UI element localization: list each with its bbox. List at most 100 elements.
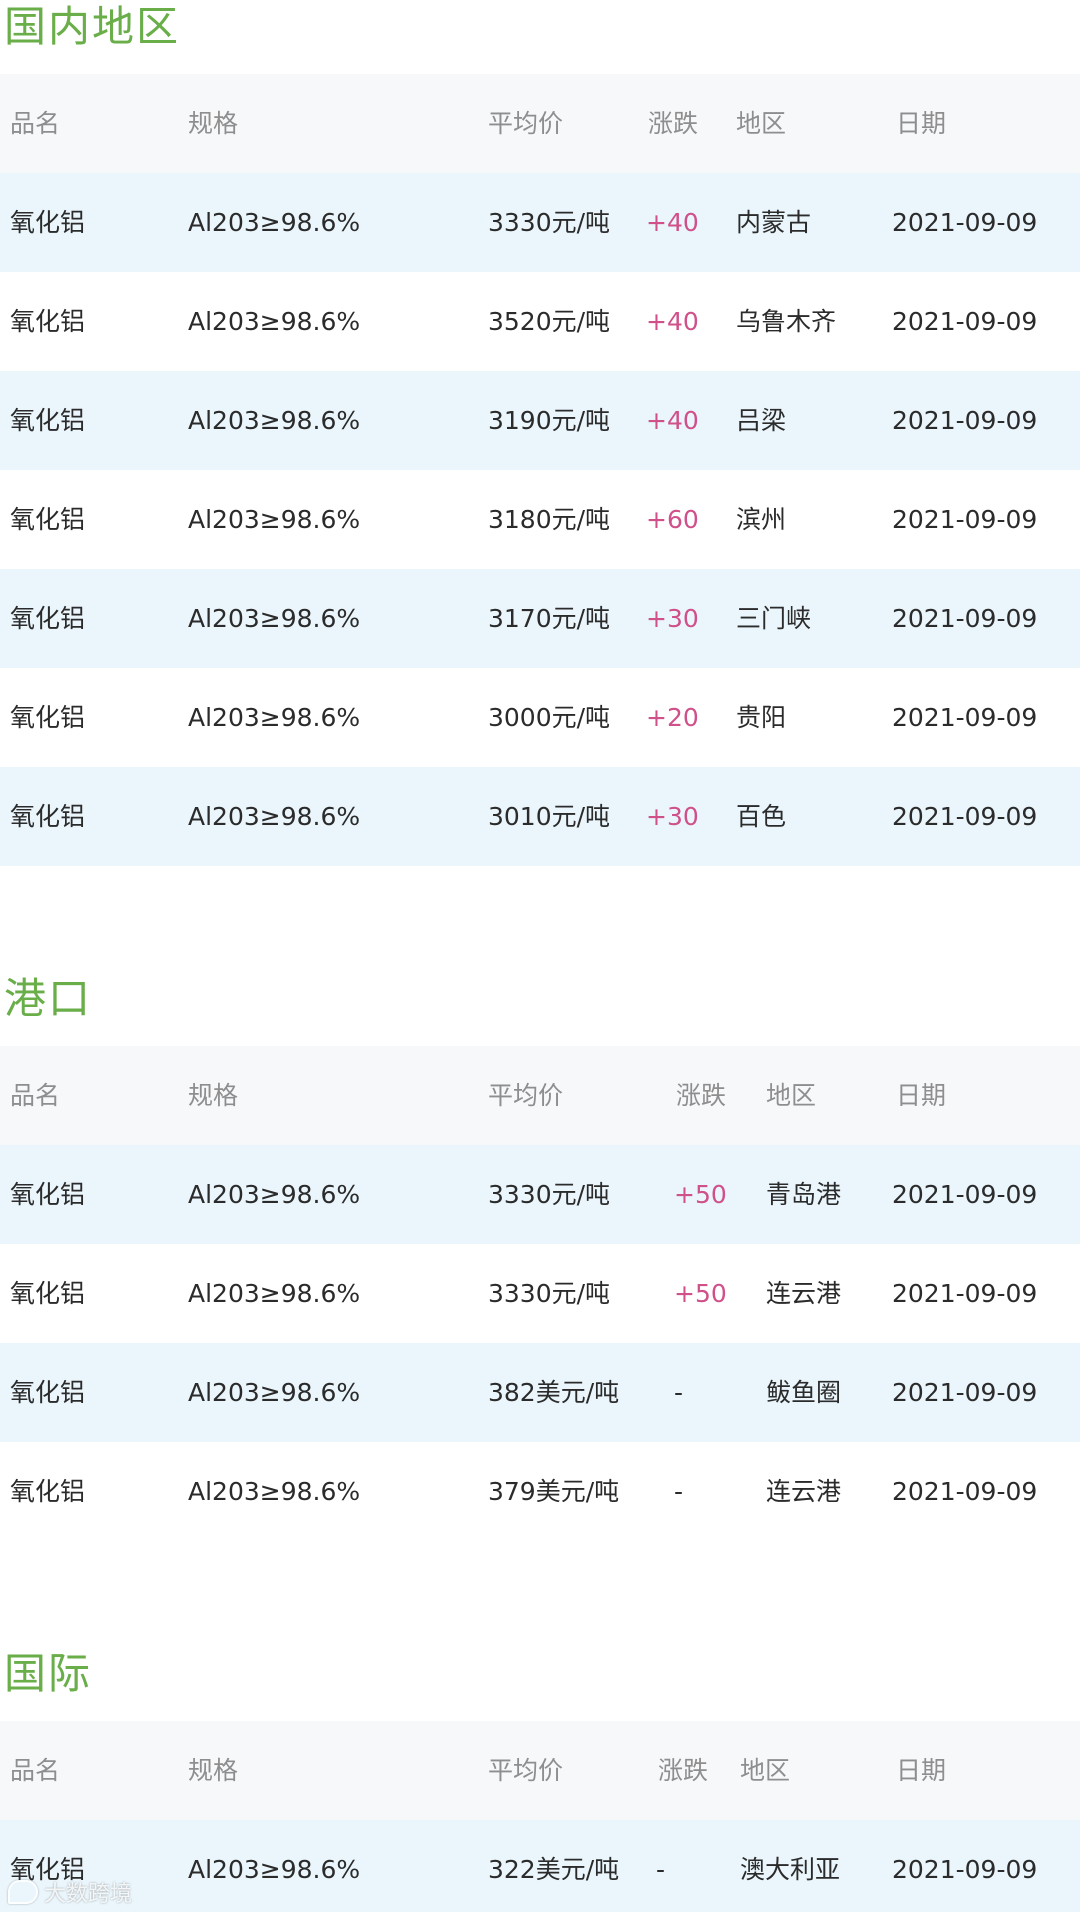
- table-row: 氧化铝 Al203≥98.6% 3180元/吨 +60 滨州 2021-09-0…: [0, 470, 1080, 569]
- table-row: 氧化铝 Al203≥98.6% 3000元/吨 +20 贵阳 2021-09-0…: [0, 668, 1080, 767]
- cell-name: 氧化铝: [10, 703, 86, 732]
- table-row: 氧化铝 Al203≥98.6% 3010元/吨 +30 百色 2021-09-0…: [0, 767, 1080, 866]
- cell-date: 2021-09-09: [892, 505, 1038, 534]
- header-spec: 规格: [188, 1081, 239, 1110]
- header-date: 日期: [896, 109, 947, 138]
- cell-change: +30: [646, 802, 699, 831]
- table-row: 氧化铝 Al203≥98.6% 382美元/吨 - 鲅鱼圈 2021-09-09: [0, 1343, 1080, 1442]
- cell-change: +60: [646, 505, 699, 534]
- cell-spec: Al203≥98.6%: [188, 1180, 361, 1209]
- cell-price: 3330元/吨: [488, 208, 611, 237]
- cell-name: 氧化铝: [10, 208, 86, 237]
- watermark-text: 大数跨境: [44, 1882, 133, 1907]
- cell-region: 吕梁: [736, 406, 787, 435]
- header-price: 平均价: [488, 109, 564, 138]
- header-price: 平均价: [488, 1081, 564, 1110]
- section-title-port: 港口: [4, 974, 93, 1023]
- cell-region: 青岛港: [766, 1180, 842, 1209]
- header-date: 日期: [896, 1756, 947, 1785]
- cell-region: 连云港: [766, 1279, 842, 1308]
- cell-change: -: [674, 1378, 684, 1407]
- header-name: 品名: [10, 1756, 61, 1785]
- cell-date: 2021-09-09: [892, 1477, 1038, 1506]
- cell-region: 连云港: [766, 1477, 842, 1506]
- cell-price: 3000元/吨: [488, 703, 611, 732]
- header-region: 地区: [740, 1756, 791, 1785]
- cell-change: +50: [674, 1279, 727, 1308]
- cell-price: 379美元/吨: [488, 1477, 620, 1506]
- cell-spec: Al203≥98.6%: [188, 208, 361, 237]
- section-title-international: 国际: [4, 1649, 93, 1698]
- table-row: 氧化铝 Al203≥98.6% 3330元/吨 +40 内蒙古 2021-09-…: [0, 173, 1080, 272]
- watermark: 大数跨境: [8, 1876, 132, 1908]
- cell-date: 2021-09-09: [892, 1180, 1038, 1209]
- cell-date: 2021-09-09: [892, 703, 1038, 732]
- cell-date: 2021-09-09: [892, 1378, 1038, 1407]
- table-row: 氧化铝 Al203≥98.6% 3170元/吨 +30 三门峡 2021-09-…: [0, 569, 1080, 668]
- cell-price: 3170元/吨: [488, 604, 611, 633]
- cell-change: -: [656, 1855, 666, 1884]
- cell-region: 滨州: [736, 505, 787, 534]
- header-name: 品名: [10, 109, 61, 138]
- cell-spec: Al203≥98.6%: [188, 703, 361, 732]
- cell-change: -: [674, 1477, 684, 1506]
- cell-price: 3330元/吨: [488, 1279, 611, 1308]
- cell-spec: Al203≥98.6%: [188, 406, 361, 435]
- cell-spec: Al203≥98.6%: [188, 1279, 361, 1308]
- section-title-domestic: 国内地区: [4, 2, 181, 51]
- cell-spec: Al203≥98.6%: [188, 1855, 361, 1884]
- cell-price: 3520元/吨: [488, 307, 611, 336]
- cell-date: 2021-09-09: [892, 208, 1038, 237]
- header-region: 地区: [736, 109, 787, 138]
- header-price: 平均价: [488, 1756, 564, 1785]
- cell-region: 澳大利亚: [740, 1855, 841, 1884]
- cell-region: 乌鲁木齐: [736, 307, 837, 336]
- cell-date: 2021-09-09: [892, 307, 1038, 336]
- header-spec: 规格: [188, 1756, 239, 1785]
- table-header: 品名 规格 平均价 涨跌 地区 日期: [0, 74, 1080, 173]
- cell-change: +40: [646, 406, 699, 435]
- header-change: 涨跌: [648, 109, 699, 138]
- cell-spec: Al203≥98.6%: [188, 604, 361, 633]
- cell-name: 氧化铝: [10, 406, 86, 435]
- speech-bubble-icon: [8, 1880, 38, 1904]
- cell-name: 氧化铝: [10, 1378, 86, 1407]
- header-change: 涨跌: [676, 1081, 727, 1110]
- cell-name: 氧化铝: [10, 307, 86, 336]
- cell-spec: Al203≥98.6%: [188, 505, 361, 534]
- header-change: 涨跌: [658, 1756, 709, 1785]
- cell-change: +40: [646, 208, 699, 237]
- table-row: 氧化铝 Al203≥98.6% 3190元/吨 +40 吕梁 2021-09-0…: [0, 371, 1080, 470]
- cell-price: 3190元/吨: [488, 406, 611, 435]
- cell-spec: Al203≥98.6%: [188, 802, 361, 831]
- cell-date: 2021-09-09: [892, 1855, 1038, 1884]
- cell-name: 氧化铝: [10, 604, 86, 633]
- cell-change: +30: [646, 604, 699, 633]
- cell-date: 2021-09-09: [892, 604, 1038, 633]
- cell-date: 2021-09-09: [892, 406, 1038, 435]
- cell-price: 3330元/吨: [488, 1180, 611, 1209]
- cell-region: 贵阳: [736, 703, 787, 732]
- cell-name: 氧化铝: [10, 505, 86, 534]
- table-row: 氧化铝 Al203≥98.6% 379美元/吨 - 连云港 2021-09-09: [0, 1442, 1080, 1541]
- cell-region: 百色: [736, 802, 787, 831]
- table-header: 品名 规格 平均价 涨跌 地区 日期: [0, 1721, 1080, 1820]
- header-region: 地区: [766, 1081, 817, 1110]
- cell-spec: Al203≥98.6%: [188, 1378, 361, 1407]
- cell-date: 2021-09-09: [892, 802, 1038, 831]
- table-header: 品名 规格 平均价 涨跌 地区 日期: [0, 1046, 1080, 1145]
- cell-price: 322美元/吨: [488, 1855, 620, 1884]
- cell-spec: Al203≥98.6%: [188, 1477, 361, 1506]
- table-row: 氧化铝 Al203≥98.6% 322美元/吨 - 澳大利亚 2021-09-0…: [0, 1820, 1080, 1912]
- cell-region: 内蒙古: [736, 208, 812, 237]
- cell-price: 3180元/吨: [488, 505, 611, 534]
- cell-region: 三门峡: [736, 604, 812, 633]
- cell-name: 氧化铝: [10, 802, 86, 831]
- cell-price: 382美元/吨: [488, 1378, 620, 1407]
- cell-name: 氧化铝: [10, 1279, 86, 1308]
- table-row: 氧化铝 Al203≥98.6% 3330元/吨 +50 连云港 2021-09-…: [0, 1244, 1080, 1343]
- cell-spec: Al203≥98.6%: [188, 307, 361, 336]
- cell-name: 氧化铝: [10, 1477, 86, 1506]
- cell-price: 3010元/吨: [488, 802, 611, 831]
- cell-change: +20: [646, 703, 699, 732]
